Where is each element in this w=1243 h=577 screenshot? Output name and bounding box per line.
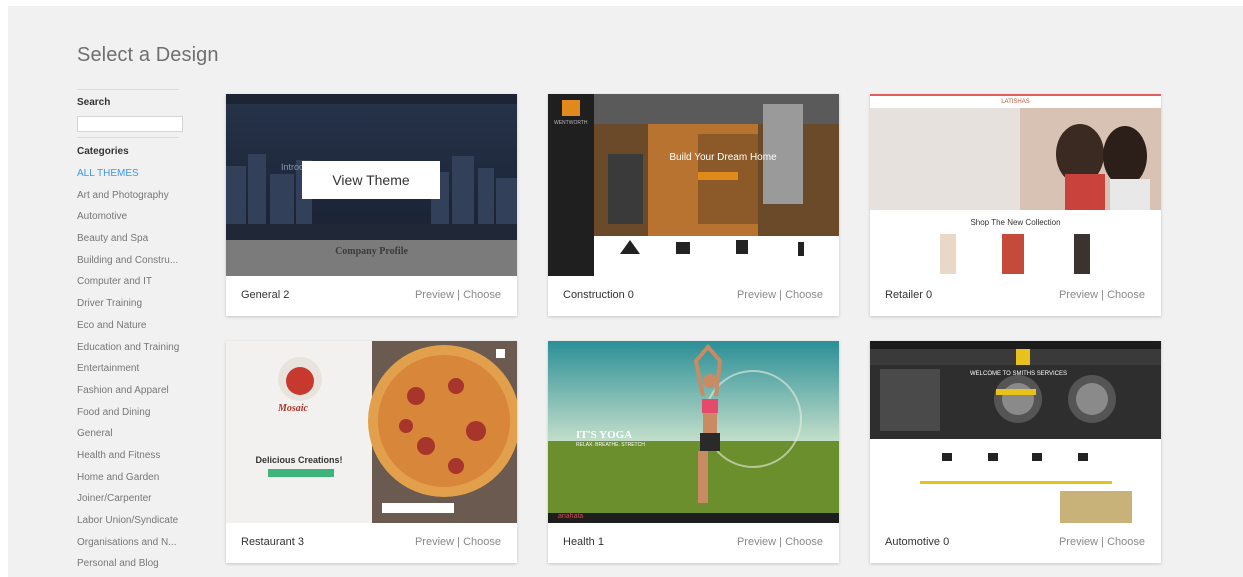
thumb-headline: Shop The New Collection bbox=[970, 218, 1061, 227]
categories-label: Categories bbox=[77, 146, 129, 157]
preview-link[interactable]: Preview bbox=[415, 289, 454, 301]
theme-name: Construction 0 bbox=[563, 289, 634, 301]
card-actions: Preview | Choose bbox=[415, 289, 501, 301]
search-input[interactable] bbox=[77, 116, 183, 132]
theme-thumbnail[interactable]: Introd...ent. Company Profile View Theme bbox=[226, 94, 517, 276]
page-title: Select a Design bbox=[77, 44, 219, 66]
sidebar-divider bbox=[77, 89, 179, 90]
thumb-headline: IT'S YOGA bbox=[576, 429, 633, 441]
category-item-building[interactable]: Building and Constru... bbox=[77, 255, 179, 277]
theme-thumbnail[interactable]: Mosaic Delicious Creations! bbox=[226, 341, 517, 523]
choose-link[interactable]: Choose bbox=[1107, 289, 1145, 301]
theme-name: Automotive 0 bbox=[885, 536, 950, 548]
search-label: Search bbox=[77, 97, 111, 108]
choose-link[interactable]: Choose bbox=[1107, 536, 1145, 548]
category-item-personal-and-blog[interactable]: Personal and Blog bbox=[77, 558, 179, 577]
category-item-labor-union[interactable]: Labor Union/Syndicate bbox=[77, 515, 179, 537]
theme-thumbnail[interactable]: WELCOME TO SMITHS SERVICES bbox=[870, 341, 1161, 523]
preview-link[interactable]: Preview bbox=[415, 536, 454, 548]
view-theme-button[interactable]: View Theme bbox=[302, 161, 440, 199]
thumb-headline: Delicious Creations! bbox=[255, 455, 343, 465]
thumb-section-title: Company Profile bbox=[335, 246, 408, 257]
category-item-fashion-and-apparel[interactable]: Fashion and Apparel bbox=[77, 385, 179, 407]
card-footer: Health 1 Preview | Choose bbox=[548, 523, 839, 563]
theme-card-restaurant-3[interactable]: Mosaic Delicious Creations! Restaurant 3… bbox=[226, 341, 517, 563]
card-footer: Retailer 0 Preview | Choose bbox=[870, 276, 1161, 316]
theme-card-general-2[interactable]: Introd...ent. Company Profile View Theme… bbox=[226, 94, 517, 316]
thumb-brand: anahata bbox=[558, 513, 584, 520]
theme-card-construction-0[interactable]: WENTWORTH Build Your Dream Home Construc… bbox=[548, 94, 839, 316]
preview-link[interactable]: Preview bbox=[1059, 289, 1098, 301]
card-actions: Preview | Choose bbox=[1059, 536, 1145, 548]
theme-name: Health 1 bbox=[563, 536, 604, 548]
card-footer: Construction 0 Preview | Choose bbox=[548, 276, 839, 316]
theme-card-retailer-0[interactable]: LATISHAS Shop The New Collection Retaile… bbox=[870, 94, 1161, 316]
theme-card-health-1[interactable]: IT'S YOGA RELAX. BREATHE. STRETCH anahat… bbox=[548, 341, 839, 563]
category-item-organisations[interactable]: Organisations and N... bbox=[77, 537, 179, 559]
preview-link[interactable]: Preview bbox=[1059, 536, 1098, 548]
category-item-computer-and-it[interactable]: Computer and IT bbox=[77, 276, 179, 298]
sidebar-divider bbox=[77, 137, 179, 138]
card-actions: Preview | Choose bbox=[737, 536, 823, 548]
theme-name: Retailer 0 bbox=[885, 289, 933, 301]
preview-link[interactable]: Preview bbox=[737, 289, 776, 301]
card-footer: General 2 Preview | Choose bbox=[226, 276, 517, 316]
theme-name: General 2 bbox=[241, 289, 290, 301]
theme-thumbnail[interactable]: IT'S YOGA RELAX. BREATHE. STRETCH anahat… bbox=[548, 341, 839, 523]
preview-link[interactable]: Preview bbox=[737, 536, 776, 548]
thumb-brand: WENTWORTH bbox=[554, 120, 588, 126]
thumb-headline: WELCOME TO SMITHS SERVICES bbox=[970, 371, 1068, 377]
category-item-eco-and-nature[interactable]: Eco and Nature bbox=[77, 320, 179, 342]
thumb-headline: Build Your Dream Home bbox=[669, 152, 777, 163]
category-item-driver-training[interactable]: Driver Training bbox=[77, 298, 179, 320]
card-footer: Automotive 0 Preview | Choose bbox=[870, 523, 1161, 563]
thumb-brand: LATISHAS bbox=[1001, 99, 1030, 105]
choose-link[interactable]: Choose bbox=[463, 536, 501, 548]
card-actions: Preview | Choose bbox=[1059, 289, 1145, 301]
theme-thumbnail[interactable]: LATISHAS Shop The New Collection bbox=[870, 94, 1161, 276]
category-item-education-and-training[interactable]: Education and Training bbox=[77, 342, 179, 364]
card-footer: Restaurant 3 Preview | Choose bbox=[226, 523, 517, 563]
design-picker: Select a Design Search Categories ALL TH… bbox=[8, 6, 1243, 577]
thumb-subline: RELAX. BREATHE. STRETCH bbox=[576, 442, 645, 448]
thumb-brand: Mosaic bbox=[278, 403, 308, 414]
theme-name: Restaurant 3 bbox=[241, 536, 304, 548]
card-actions: Preview | Choose bbox=[415, 536, 501, 548]
theme-thumbnail[interactable]: WENTWORTH Build Your Dream Home bbox=[548, 94, 839, 276]
category-item-joiner-carpenter[interactable]: Joiner/Carpenter bbox=[77, 493, 179, 515]
choose-link[interactable]: Choose bbox=[785, 536, 823, 548]
category-item-food-and-dining[interactable]: Food and Dining bbox=[77, 407, 179, 429]
category-list: ALL THEMES Art and Photography Automotiv… bbox=[77, 168, 179, 577]
category-item-entertainment[interactable]: Entertainment bbox=[77, 363, 179, 385]
theme-card-automotive-0[interactable]: WELCOME TO SMITHS SERVICES Automotive 0 … bbox=[870, 341, 1161, 563]
card-actions: Preview | Choose bbox=[737, 289, 823, 301]
category-item-general[interactable]: General bbox=[77, 428, 179, 450]
category-item-health-and-fitness[interactable]: Health and Fitness bbox=[77, 450, 179, 472]
category-item-art-and-photography[interactable]: Art and Photography bbox=[77, 190, 179, 212]
choose-link[interactable]: Choose bbox=[463, 289, 501, 301]
choose-link[interactable]: Choose bbox=[785, 289, 823, 301]
category-item-home-and-garden[interactable]: Home and Garden bbox=[77, 472, 179, 494]
category-item-beauty-and-spa[interactable]: Beauty and Spa bbox=[77, 233, 179, 255]
category-item-automotive[interactable]: Automotive bbox=[77, 211, 179, 233]
category-item-all-themes[interactable]: ALL THEMES bbox=[77, 168, 179, 190]
